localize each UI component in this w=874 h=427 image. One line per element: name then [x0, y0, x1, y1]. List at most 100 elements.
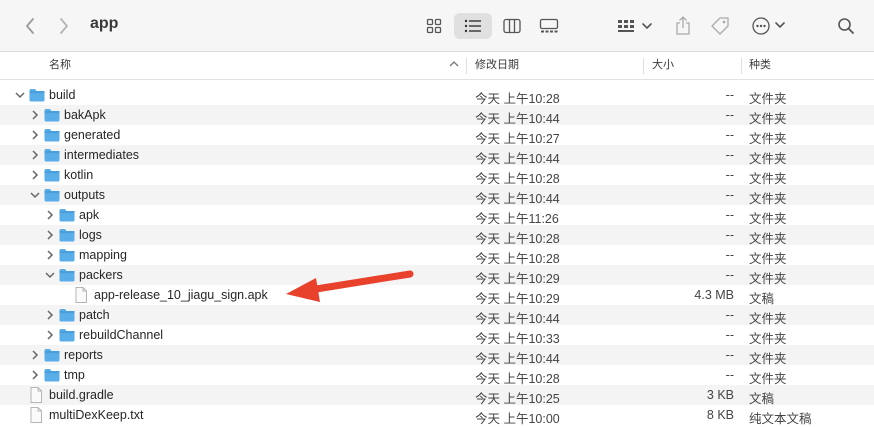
search-icon — [838, 18, 854, 34]
file-name: app-release_10_jiagu_sign.apk — [94, 288, 268, 302]
column-view-icon — [503, 18, 521, 34]
document-icon — [74, 287, 90, 303]
disclosure-collapsed-toggle[interactable] — [30, 148, 40, 162]
name-column-header[interactable]: 名称 — [49, 52, 71, 79]
chevron-down-icon — [45, 272, 55, 279]
date-column-header[interactable]: 修改日期 — [475, 52, 519, 79]
kind-column-header[interactable]: 种类 — [749, 52, 771, 79]
chevron-right-icon — [60, 18, 68, 34]
file-name: tmp — [64, 368, 85, 382]
disclosure-collapsed-toggle[interactable] — [30, 368, 40, 382]
disclosure-collapsed-toggle[interactable] — [45, 248, 55, 262]
file-name: mapping — [79, 248, 127, 262]
file-row[interactable]: build.gradle 今天 上午10:25 3 KB 文稿 — [0, 385, 874, 406]
disclosure-collapsed-toggle[interactable] — [45, 308, 55, 322]
file-row[interactable]: packers 今天 上午10:29 -- 文件夹 — [0, 265, 874, 286]
file-row[interactable]: multiDexKeep.txt 今天 上午10:00 8 KB 纯文本文稿 — [0, 405, 874, 426]
chevron-right-icon — [47, 330, 54, 340]
file-kind: 纯文本文稿 — [749, 412, 812, 426]
column-view-button[interactable] — [498, 13, 526, 39]
file-size: -- — [725, 208, 734, 222]
file-row[interactable]: apk 今天 上午11:26 -- 文件夹 — [0, 205, 874, 226]
file-name: reports — [64, 348, 103, 362]
file-row[interactable]: rebuildChannel 今天 上午10:33 -- 文件夹 — [0, 325, 874, 346]
disclosure-expanded-toggle[interactable] — [15, 88, 25, 102]
file-row[interactable]: reports 今天 上午10:44 -- 文件夹 — [0, 345, 874, 366]
file-size: 4.3 MB — [694, 288, 734, 302]
icon-view-button[interactable] — [420, 13, 448, 39]
file-name: build — [49, 88, 76, 102]
icon-view-icon — [426, 18, 442, 34]
chevron-right-icon — [47, 310, 54, 320]
share-button[interactable] — [672, 13, 694, 39]
column-divider[interactable] — [741, 58, 742, 74]
file-size: -- — [725, 308, 734, 322]
file-row[interactable]: build 今天 上午10:28 -- 文件夹 — [0, 85, 874, 106]
folder-icon — [59, 228, 75, 242]
file-size: -- — [725, 328, 734, 342]
file-row[interactable]: tmp 今天 上午10:28 -- 文件夹 — [0, 365, 874, 386]
file-size: -- — [725, 188, 734, 202]
file-size: -- — [725, 228, 734, 242]
disclosure-collapsed-toggle[interactable] — [30, 108, 40, 122]
search-button[interactable] — [834, 13, 858, 39]
file-row[interactable]: intermediates 今天 上午10:44 -- 文件夹 — [0, 145, 874, 166]
file-size: -- — [725, 168, 734, 182]
file-row[interactable]: bakApk 今天 上午10:44 -- 文件夹 — [0, 105, 874, 126]
file-row[interactable]: app-release_10_jiagu_sign.apk 今天 上午10:29 4… — [0, 285, 874, 306]
file-name: bakApk — [64, 108, 106, 122]
folder-icon — [59, 208, 75, 222]
disclosure-collapsed-toggle[interactable] — [30, 128, 40, 142]
chevron-right-icon — [32, 370, 39, 380]
file-row[interactable]: patch 今天 上午10:44 -- 文件夹 — [0, 305, 874, 326]
size-column-header[interactable]: 大小 — [652, 52, 674, 79]
column-divider[interactable] — [643, 58, 644, 74]
modified-date: 今天 上午10:00 — [475, 412, 560, 426]
file-size: -- — [725, 108, 734, 122]
disclosure-collapsed-toggle[interactable] — [45, 208, 55, 222]
file-row[interactable]: outputs 今天 上午10:44 -- 文件夹 — [0, 185, 874, 206]
disclosure-expanded-toggle[interactable] — [30, 188, 40, 202]
file-row[interactable]: logs 今天 上午10:28 -- 文件夹 — [0, 225, 874, 246]
file-row[interactable]: generated 今天 上午10:27 -- 文件夹 — [0, 125, 874, 146]
disclosure-collapsed-toggle[interactable] — [45, 228, 55, 242]
file-size: -- — [725, 368, 734, 382]
chevron-right-icon — [47, 210, 54, 220]
folder-icon — [44, 108, 60, 122]
forward-button[interactable] — [54, 15, 74, 37]
chevron-down-icon — [15, 92, 25, 99]
folder-icon — [59, 328, 75, 342]
document-icon — [29, 407, 45, 423]
gallery-view-button[interactable] — [535, 13, 563, 39]
group-by-button[interactable] — [615, 13, 655, 39]
back-button[interactable] — [20, 15, 40, 37]
file-size: 8 KB — [706, 408, 734, 422]
chevron-right-icon — [32, 170, 39, 180]
file-size: -- — [725, 268, 734, 282]
file-name: packers — [79, 268, 123, 282]
file-row[interactable]: kotlin 今天 上午10:28 -- 文件夹 — [0, 165, 874, 186]
window-title: app — [90, 15, 119, 32]
file-size: 3 KB — [706, 388, 734, 402]
chevron-left-icon — [26, 18, 34, 34]
tag-button[interactable] — [707, 13, 733, 39]
ellipsis-circle-icon — [752, 17, 785, 35]
file-name: multiDexKeep.txt — [49, 408, 144, 422]
list-view-icon — [464, 19, 481, 33]
more-actions-button[interactable] — [750, 13, 788, 39]
folder-icon — [29, 88, 45, 102]
list-view-button[interactable] — [454, 13, 492, 39]
sort-ascending-indicator — [449, 52, 459, 79]
disclosure-expanded-toggle[interactable] — [45, 268, 55, 282]
column-divider[interactable] — [466, 58, 467, 74]
file-row[interactable]: mapping 今天 上午10:28 -- 文件夹 — [0, 245, 874, 266]
disclosure-collapsed-toggle[interactable] — [30, 348, 40, 362]
file-name: patch — [79, 308, 110, 322]
chevron-right-icon — [32, 350, 39, 360]
folder-icon — [44, 168, 60, 182]
file-name: intermediates — [64, 148, 140, 162]
chevron-right-icon — [47, 230, 54, 240]
folder-icon — [59, 248, 75, 262]
disclosure-collapsed-toggle[interactable] — [45, 328, 55, 342]
disclosure-collapsed-toggle[interactable] — [30, 168, 40, 182]
